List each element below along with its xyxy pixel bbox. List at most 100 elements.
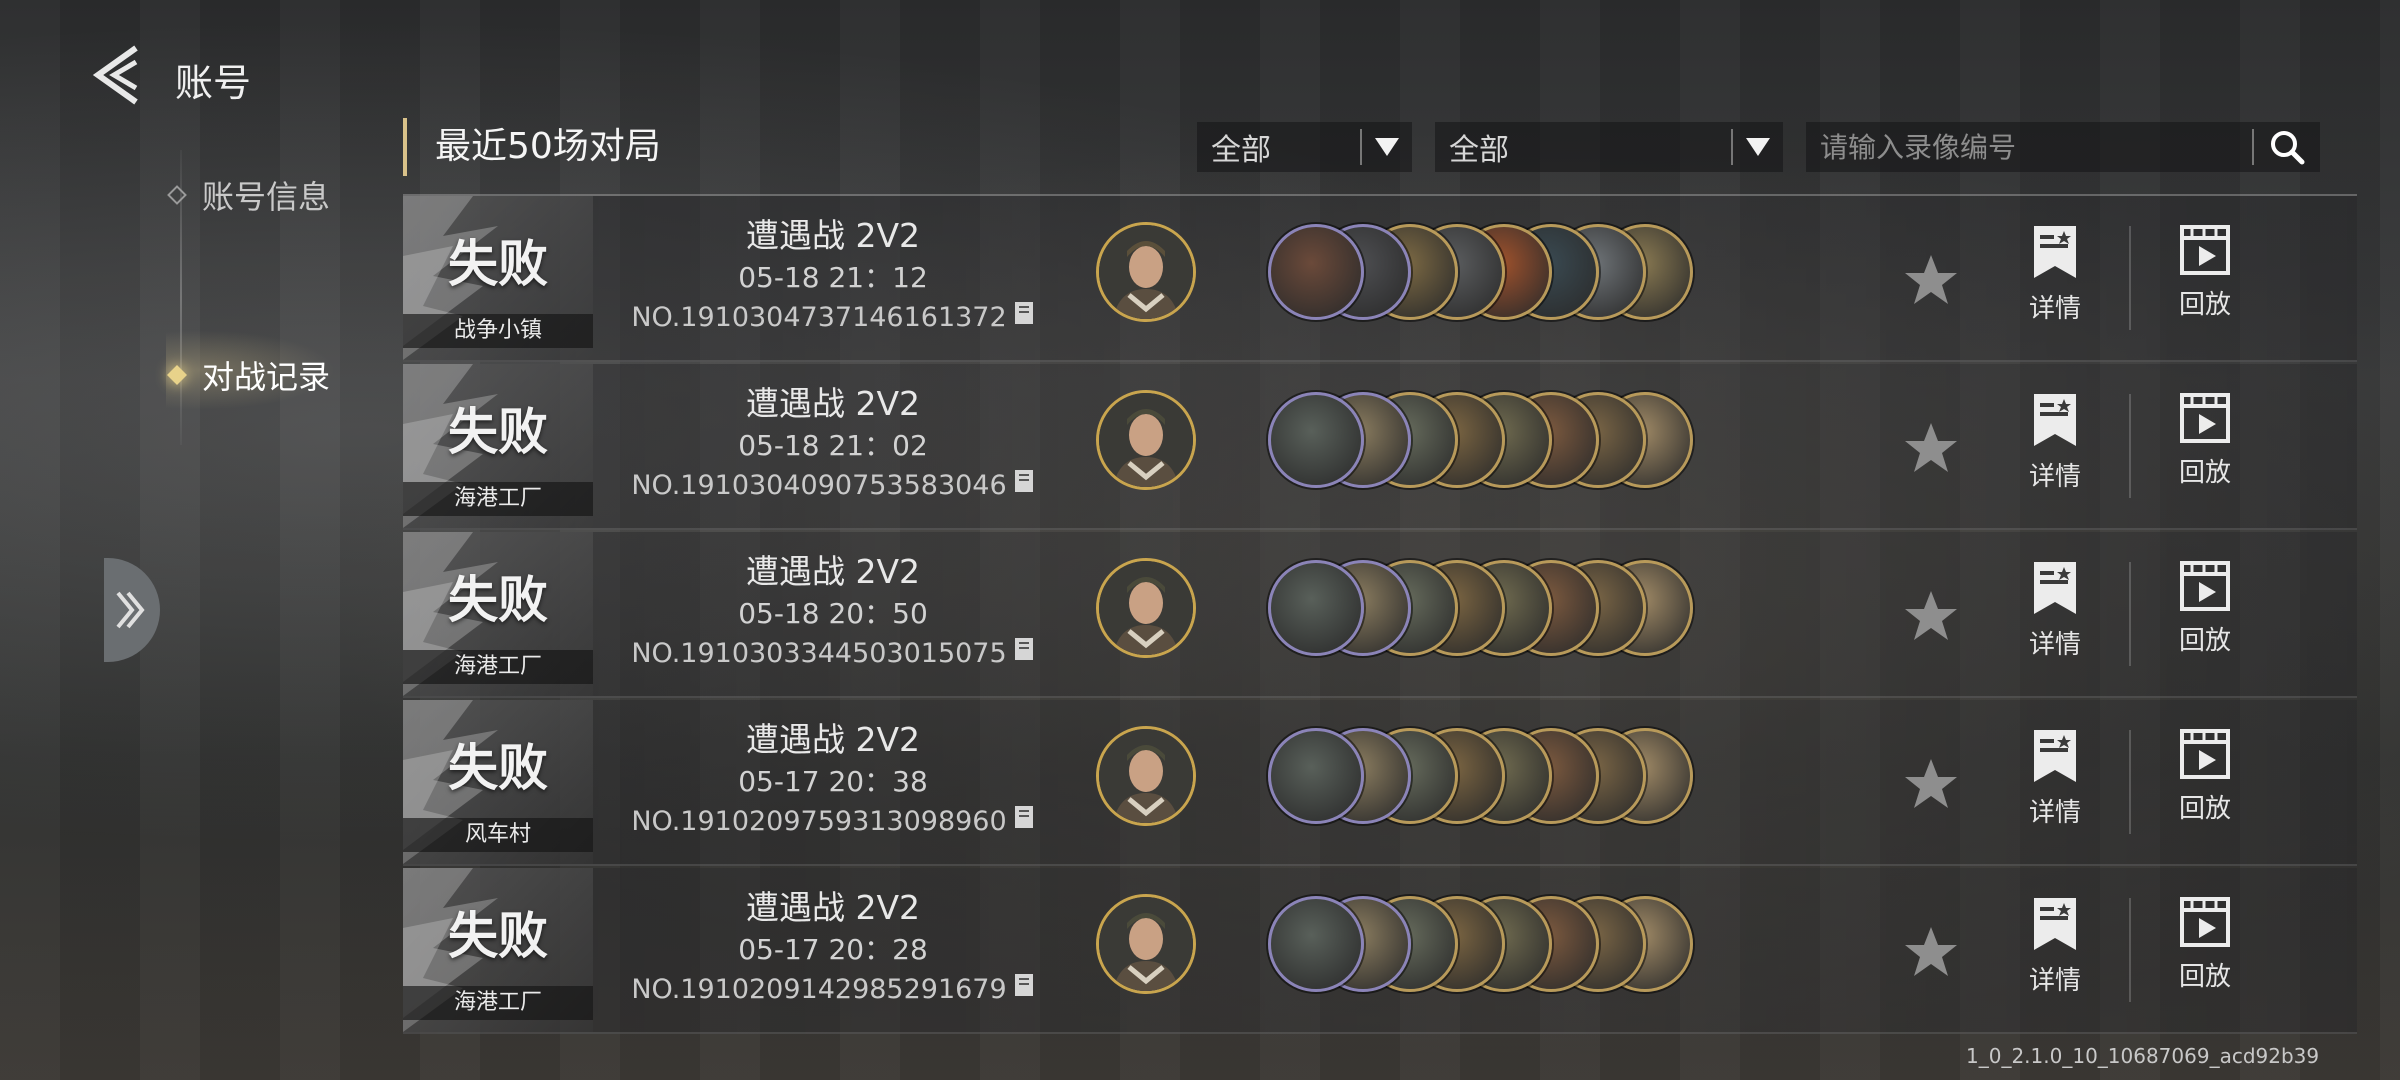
detail-button[interactable]: 详情 [2015,728,2095,829]
film-play-icon [2180,393,2230,443]
nav-diamond-icon [167,185,187,205]
match-number-text: NO.1910304090753583046 [631,470,1007,501]
replay-label: 回放 [2178,290,2231,320]
detail-label: 详情 [2028,966,2081,996]
match-list: 失败 战争小镇 遭遇战 2V2 05-18 21：12 NO.191030473… [403,196,2357,1036]
favorite-button[interactable] [1903,756,1959,812]
unit-icon[interactable] [1268,224,1364,320]
unit-icon[interactable] [1268,728,1364,824]
filter-dropdown-2[interactable]: 全部 [1435,122,1783,172]
replay-button[interactable]: 回放 [2165,392,2245,489]
search-button[interactable] [2254,127,2320,167]
bookmark-star-icon [2034,226,2076,278]
star-icon [1905,759,1957,808]
match-number: NO.1910304737146161372 [631,298,1035,338]
match-row[interactable]: 失败 海港工厂 遭遇战 2V2 05-18 21：02 NO.191030409… [403,364,2357,530]
copy-icon[interactable] [1013,802,1035,842]
film-play-icon [2180,225,2230,275]
replay-label: 回放 [2178,458,2231,488]
copy-icon[interactable] [1013,298,1035,338]
nav-item-battle-record[interactable]: 对战记录 [167,352,330,398]
match-info: 遭遇战 2V2 05-18 21：02 NO.19103040907535830… [631,382,1035,506]
game-mode: 遭遇战 2V2 [745,552,921,591]
map-name: 风车村 [403,818,593,852]
nav-diamond-icon [167,365,187,385]
map-name: 海港工厂 [403,986,593,1020]
star-icon [1905,423,1957,472]
match-number: NO.1910209759313098960 [631,802,1035,842]
unit-lineup [1268,392,1868,492]
favorite-button[interactable] [1903,252,1959,308]
map-name: 海港工厂 [403,650,593,684]
back-button[interactable] [88,40,148,110]
result-panel: 失败 战争小镇 [403,196,593,360]
match-row[interactable]: 失败 风车村 遭遇战 2V2 05-17 20：38 NO.1910209759… [403,700,2357,866]
commander-portrait[interactable] [1096,894,1196,994]
commander-portrait[interactable] [1096,558,1196,658]
game-mode: 遭遇战 2V2 [745,720,921,759]
nav-item-account-info[interactable]: 账号信息 [167,172,330,218]
match-row[interactable]: 失败 战争小镇 遭遇战 2V2 05-18 21：12 NO.191030473… [403,196,2357,362]
detail-button[interactable]: 详情 [2015,392,2095,493]
expand-panel-button[interactable] [104,558,160,662]
match-row[interactable]: 失败 海港工厂 遭遇战 2V2 05-18 20：50 NO.191030334… [403,532,2357,698]
filter-value: 全部 [1211,133,1271,168]
match-number-text: NO.1910303344503015075 [631,638,1007,669]
replay-button[interactable]: 回放 [2165,728,2245,825]
match-result: 失败 [448,907,548,965]
unit-icon[interactable] [1268,392,1364,488]
commander-portrait[interactable] [1096,726,1196,826]
action-divider [2129,226,2131,330]
detail-label: 详情 [2028,294,2081,324]
star-icon [1905,927,1957,976]
film-play-icon [2180,897,2230,947]
bookmark-star-icon [2034,394,2076,446]
map-name: 海港工厂 [403,482,593,516]
bookmark-star-icon [2034,898,2076,950]
filter-value: 全部 [1449,133,1509,168]
detail-label: 详情 [2028,798,2081,828]
commander-avatar-icon [1099,729,1193,823]
favorite-button[interactable] [1903,924,1959,980]
double-chevron-right-icon [116,591,145,629]
favorite-button[interactable] [1903,588,1959,644]
match-time: 05-17 20：28 [738,933,928,966]
match-info: 遭遇战 2V2 05-18 21：12 NO.19103047371461613… [631,214,1035,338]
map-name: 战争小镇 [403,314,593,348]
match-row[interactable]: 失败 海港工厂 遭遇战 2V2 05-17 20：28 NO.191020914… [403,868,2357,1034]
chevron-left-icon [92,45,138,105]
game-mode: 遭遇战 2V2 [745,888,921,927]
commander-avatar-icon [1099,561,1193,655]
commander-portrait[interactable] [1096,222,1196,322]
copy-icon[interactable] [1013,634,1035,674]
detail-button[interactable]: 详情 [2015,560,2095,661]
replay-label: 回放 [2178,794,2231,824]
star-icon [1905,591,1957,640]
favorite-button[interactable] [1903,420,1959,476]
replay-button[interactable]: 回放 [2165,896,2245,993]
filter-dropdown-1[interactable]: 全部 [1197,122,1412,172]
detail-button[interactable]: 详情 [2015,896,2095,997]
match-time: 05-18 21：02 [738,429,928,462]
match-info: 遭遇战 2V2 05-17 20：38 NO.19102097593130989… [631,718,1035,842]
unit-lineup [1268,224,1868,324]
match-number: NO.1910303344503015075 [631,634,1035,674]
unit-icon[interactable] [1268,560,1364,656]
replay-button[interactable]: 回放 [2165,560,2245,657]
unit-lineup [1268,560,1868,660]
copy-icon[interactable] [1013,970,1035,1010]
bookmark-star-icon [2034,562,2076,614]
match-time: 05-17 20：38 [738,765,928,798]
action-divider [2129,562,2131,666]
commander-portrait[interactable] [1096,390,1196,490]
search-icon [2271,131,2305,165]
match-time: 05-18 21：12 [738,261,928,294]
detail-button[interactable]: 详情 [2015,224,2095,325]
result-panel: 失败 海港工厂 [403,868,593,1032]
unit-icon[interactable] [1268,896,1364,992]
replay-search-input[interactable] [1806,129,2252,165]
copy-icon[interactable] [1013,466,1035,506]
section-title: 最近50场对局 [403,118,661,176]
replay-button[interactable]: 回放 [2165,224,2245,321]
match-number-text: NO.1910304737146161372 [631,302,1007,333]
